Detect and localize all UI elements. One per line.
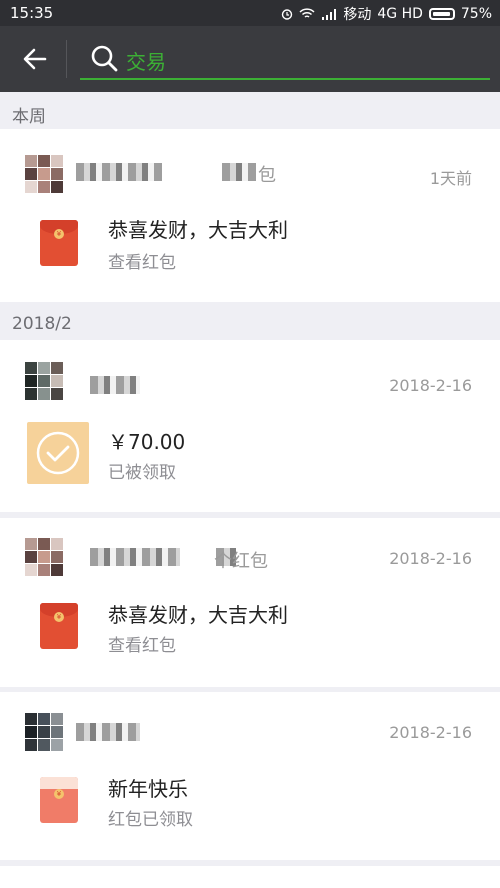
alarm-icon [282,9,293,20]
record-subtitle: 已被领取 [108,463,176,483]
record-date: 1天前 [429,169,472,188]
record-subtitle: 查看红包 [108,253,176,273]
record-title: 新年快乐 [108,777,188,801]
record-title: 恭喜发财，大吉大利 [108,218,288,242]
record-name-tail: 包 [258,165,276,186]
record-date: 2018-2-16 [389,723,472,742]
sender-name-blurred [90,548,180,566]
record-amount: ￥70.00 [108,430,186,454]
sender-name-blurred [76,163,162,181]
transaction-record[interactable]: 2018-2-16 ¥ 新年快乐 红包已领取 [0,692,500,860]
search-icon [91,45,118,72]
network-label: 4G HD [377,6,423,22]
search-bar[interactable]: 交易 [80,40,490,80]
avatar[interactable] [25,538,63,576]
section-header-this-week: 本周 [12,107,46,127]
avatar[interactable] [25,155,63,193]
red-packet-icon: ¥ [40,603,78,649]
transaction-record[interactable]: 个红包 2018-2-16 ¥ 恭喜发财，大吉大利 查看红包 [0,518,500,687]
record-subtitle: 红包已领取 [108,810,193,830]
sender-name-blurred [90,376,140,394]
red-packet-opened-icon: ¥ [40,777,78,823]
signal-icon [322,9,337,20]
sender-name-blurred [76,723,140,741]
red-packet-icon: ¥ [40,220,78,266]
status-icons: 移动 4G HD 75% [281,4,492,24]
battery-icon [428,8,455,20]
wifi-icon [299,8,315,18]
record-date: 2018-2-16 [389,376,472,395]
header-divider [66,40,67,78]
record-title: 恭喜发财，大吉大利 [108,603,288,627]
avatar[interactable] [25,713,63,751]
search-input[interactable]: 交易 [126,46,166,75]
record-subtitle: 查看红包 [108,636,176,656]
back-arrow-icon[interactable] [20,44,50,74]
sender-name-blurred [222,163,256,181]
status-bar: 15:35 移动 4G HD 75% [0,0,500,26]
search-header: 交易 [0,26,500,92]
section-header-2018-2: 2018/2 [12,314,72,334]
transfer-received-icon [27,422,89,484]
transaction-record[interactable]: 包 1天前 ¥ 恭喜发财，大吉大利 查看红包 [0,129,500,302]
carrier-label: 移动 [343,7,372,23]
transaction-record-partial[interactable] [0,866,500,888]
record-date: 2018-2-16 [389,549,472,568]
transaction-record[interactable]: 2018-2-16 ￥70.00 已被领取 [0,340,500,512]
avatar[interactable] [25,362,63,400]
record-name-tail: 个红包 [214,551,268,572]
battery-percent: 75% [460,6,492,22]
status-time: 15:35 [10,4,54,22]
